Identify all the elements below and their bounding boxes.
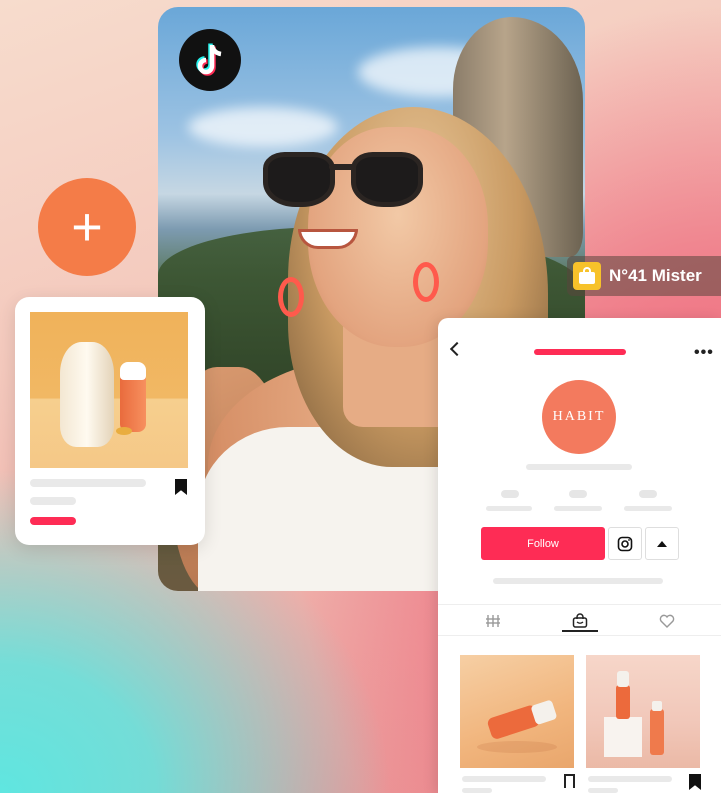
follow-button[interactable]: Follow [481, 527, 605, 560]
shop-product-label: N°41 Mister [609, 266, 702, 285]
instagram-button[interactable] [608, 527, 642, 560]
back-icon[interactable] [449, 341, 465, 357]
sunglasses [263, 152, 423, 212]
product-title-placeholder [462, 776, 546, 782]
stat-likes [639, 490, 657, 498]
stat-label [486, 506, 532, 511]
stat-following [501, 490, 519, 498]
shop-icon [572, 613, 588, 628]
tab-videos[interactable] [446, 605, 540, 636]
caret-up-icon [657, 540, 667, 547]
product-price-placeholder [462, 788, 492, 793]
bio-placeholder [493, 578, 663, 584]
bookmark-icon[interactable] [564, 774, 575, 788]
handle-placeholder [526, 464, 632, 470]
product-thumbnail[interactable] [460, 655, 574, 768]
stat-label [554, 506, 602, 511]
price-placeholder [30, 517, 76, 525]
earring [413, 262, 439, 302]
more-icon[interactable]: ••• [694, 344, 714, 362]
shop-profile-panel: ••• HABIT Follow [438, 318, 721, 793]
active-tab-indicator [562, 630, 598, 632]
product-card[interactable] [15, 297, 205, 545]
stat-followers [569, 490, 587, 498]
bookmark-icon[interactable] [175, 479, 187, 495]
product-subtitle-placeholder [30, 497, 76, 505]
product-title-placeholder [30, 479, 146, 487]
shop-product-tag[interactable]: N°41 Mister [567, 256, 721, 296]
add-button-label: + [71, 197, 103, 257]
product-price-placeholder [588, 788, 618, 793]
add-button[interactable]: + [38, 178, 136, 276]
dropdown-button[interactable] [645, 527, 679, 560]
brand-avatar: HABIT [542, 380, 616, 454]
earring [278, 277, 304, 317]
tiktok-logo-icon[interactable] [179, 29, 241, 91]
tab-liked[interactable] [620, 605, 714, 636]
follow-label: Follow [527, 537, 559, 550]
product-image [30, 312, 188, 468]
bookmark-icon[interactable] [689, 774, 701, 790]
shopping-bag-icon [573, 262, 601, 290]
videos-icon [486, 614, 500, 627]
profile-name-placeholder [534, 349, 626, 355]
brand-name: HABIT [552, 409, 606, 424]
product-title-placeholder [588, 776, 672, 782]
stat-label [624, 506, 672, 511]
product-thumbnail[interactable] [586, 655, 700, 768]
heart-icon [659, 614, 675, 628]
instagram-icon [617, 536, 633, 551]
cloud [188, 107, 338, 147]
